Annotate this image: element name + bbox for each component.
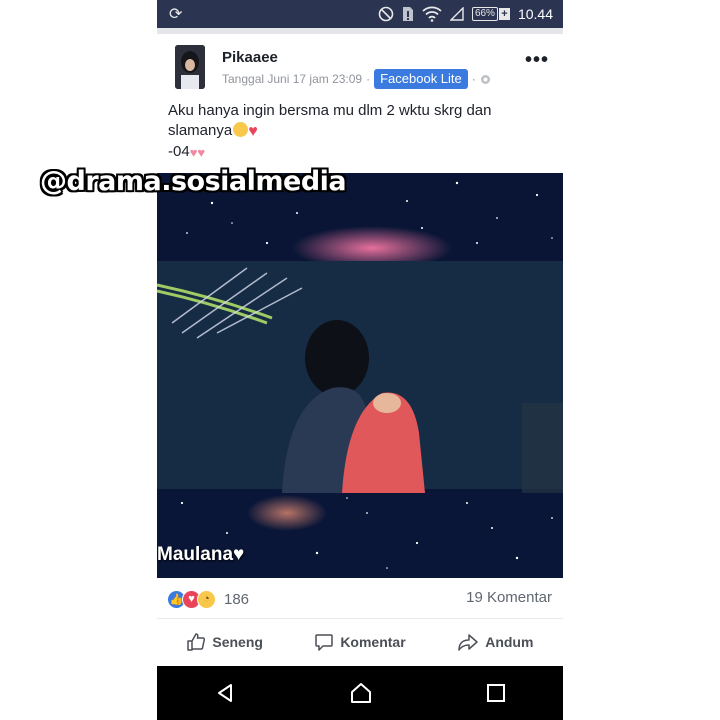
dnd-icon [378,6,394,22]
post-timestamp[interactable]: Tanggal Juni 17 jam 23:09 [222,72,362,86]
charging-icon: + [498,8,510,20]
post-text-sign: -04 [168,143,190,160]
recent-apps-icon[interactable] [486,683,506,703]
photo-image [157,173,563,578]
photo-signature: Maulana♥ [157,544,245,565]
wifi-icon [422,6,442,22]
author-name[interactable]: Pikaaee [222,49,278,66]
comment-button-label: Komentar [340,634,406,650]
blushing-face-icon [233,122,249,137]
battery-icon: 66% + [471,7,510,21]
comment-icon [315,634,334,651]
meta-separator: · [366,72,371,86]
thumbs-up-icon [187,633,206,651]
like-button-label: Seneng [212,634,263,650]
post-actions: Seneng Komentar Andum [157,622,563,662]
feed-separator [157,28,563,34]
post-text-line-2: slamanya ♥ [168,121,553,142]
two-hearts-icon: ♥♥ [189,145,206,160]
back-icon[interactable] [214,682,236,704]
share-icon [458,634,478,651]
signal-icon [449,7,464,21]
share-button[interactable]: Andum [428,622,563,662]
status-bar: ⟳ 66% + 10.44 [157,0,563,28]
divider [157,618,563,619]
post-text-word: slamanya [168,122,233,139]
comment-button[interactable]: Komentar [292,622,427,662]
app-badge: Facebook Lite [374,69,468,89]
watermark-text: @drama.sosialmedia [40,166,347,197]
reactions-summary[interactable]: 👍 ♥ ◔ 186 [167,589,249,609]
battery-level: 66% [471,7,498,21]
post-text-line-3: -04♥♥ [168,142,553,163]
post-photo[interactable] [157,173,563,578]
phone-screen: ⟳ 66% + 10.44 Pikaaee Tanggal Juni 17 ja… [157,0,563,720]
post-text: Aku hanya ingin bersma mu dlm 2 wktu skr… [168,101,553,163]
like-button[interactable]: Seneng [157,622,292,662]
more-options-button[interactable]: ••• [525,50,549,70]
author-avatar[interactable] [175,45,205,89]
comment-count[interactable]: 19 Komentar [466,589,552,606]
navigation-bar [157,666,563,720]
share-button-label: Andum [485,634,534,650]
globe-icon [480,74,490,84]
sim-icon [402,7,413,21]
clock: 10.44 [517,6,553,22]
sync-icon: ⟳ [169,6,183,23]
meta-separator-2: · [471,72,476,86]
sad-icon: ◔ [197,589,216,609]
post-text-line-1: Aku hanya ingin bersma mu dlm 2 wktu skr… [168,102,492,119]
heart-icon: ♥ [248,123,258,140]
post-meta: Tanggal Juni 17 jam 23:09 · Facebook Lit… [222,69,491,89]
home-icon[interactable] [349,682,373,704]
reaction-count: 186 [224,590,250,608]
status-icons: 66% + 10.44 [378,0,553,28]
